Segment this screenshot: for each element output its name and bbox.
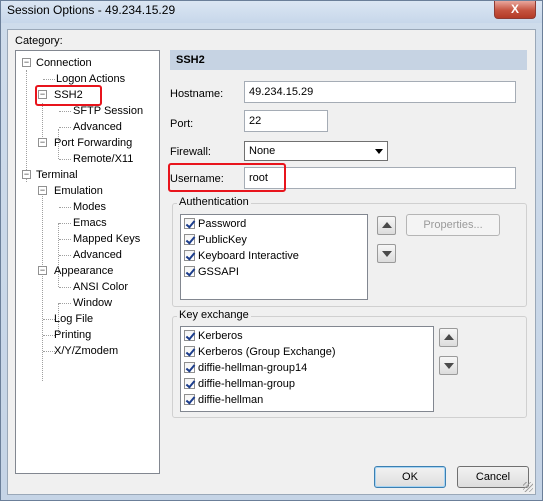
checkbox-checked[interactable] <box>184 218 195 229</box>
kex-move-up-button[interactable] <box>439 328 458 347</box>
tree-line <box>59 159 71 160</box>
tree-item-connection[interactable]: Connection <box>36 56 92 70</box>
authentication-list[interactable]: Password PublicKey Keyboard Interactive … <box>180 214 368 300</box>
username-label: Username: <box>170 173 224 185</box>
tree-item-appearance[interactable]: Appearance <box>54 264 113 278</box>
tree-item-sftp-session[interactable]: SFTP Session <box>73 104 143 118</box>
collapse-icon[interactable]: − <box>22 170 31 179</box>
tree-line <box>59 303 71 304</box>
hostname-label: Hostname: <box>170 88 224 100</box>
username-field[interactable]: root <box>244 167 516 189</box>
resize-grip[interactable] <box>523 482 533 492</box>
tree-line <box>59 207 71 208</box>
tree-item-printing[interactable]: Printing <box>54 328 91 342</box>
dialog-client-area: Category: − Connection Logon Actions − S… <box>7 29 536 495</box>
list-item[interactable]: Kerberos (Group Exchange) <box>184 345 336 361</box>
firewall-label: Firewall: <box>170 146 211 158</box>
close-icon: X <box>510 2 519 16</box>
ok-button[interactable]: OK <box>374 466 446 488</box>
checkbox-checked[interactable] <box>184 234 195 245</box>
list-item[interactable]: diffie-hellman <box>184 393 263 409</box>
tree-item-advanced-emulation[interactable]: Advanced <box>73 248 122 262</box>
checkbox-checked[interactable] <box>184 250 195 261</box>
tree-line <box>42 191 43 381</box>
auth-move-up-button[interactable] <box>377 216 396 235</box>
cancel-button[interactable]: Cancel <box>457 466 529 488</box>
key-exchange-list[interactable]: Kerberos Kerberos (Group Exchange) diffi… <box>180 326 434 412</box>
list-item[interactable]: PublicKey <box>184 233 247 249</box>
checkbox-checked[interactable] <box>184 330 195 341</box>
category-tree[interactable]: − Connection Logon Actions − SSH2 SFTP S… <box>15 50 160 474</box>
tree-item-xyzmodem[interactable]: X/Y/Zmodem <box>54 344 118 358</box>
auth-move-down-button[interactable] <box>377 244 396 263</box>
checkbox-checked[interactable] <box>184 378 195 389</box>
tree-item-modes[interactable]: Modes <box>73 200 106 214</box>
kex-move-down-button[interactable] <box>439 356 458 375</box>
tree-item-port-forwarding[interactable]: Port Forwarding <box>54 136 132 150</box>
properties-button[interactable]: Properties... <box>406 214 500 236</box>
checkbox-checked[interactable] <box>184 362 195 373</box>
window-title: Session Options - 49.234.15.29 <box>7 3 176 17</box>
hostname-field[interactable]: 49.234.15.29 <box>244 81 516 103</box>
arrow-up-icon <box>382 222 392 228</box>
tree-item-ssh2[interactable]: SSH2 <box>54 88 83 102</box>
tree-item-ansi-color[interactable]: ANSI Color <box>73 280 128 294</box>
checkbox-checked[interactable] <box>184 346 195 357</box>
tree-line <box>59 127 71 128</box>
tree-line <box>59 111 71 112</box>
tree-item-logon-actions[interactable]: Logon Actions <box>56 72 125 86</box>
list-item[interactable]: Keyboard Interactive <box>184 249 299 265</box>
list-item[interactable]: Password <box>184 217 246 233</box>
arrow-up-icon <box>444 334 454 340</box>
tree-item-advanced-ssh[interactable]: Advanced <box>73 120 122 134</box>
checkbox-checked[interactable] <box>184 266 195 277</box>
collapse-icon[interactable]: − <box>38 186 47 195</box>
tree-item-window[interactable]: Window <box>73 296 112 310</box>
list-item[interactable]: Kerberos <box>184 329 243 345</box>
key-exchange-title: Key exchange <box>177 309 251 321</box>
tree-line <box>43 79 55 80</box>
tree-item-remote-x11[interactable]: Remote/X11 <box>73 152 133 166</box>
tree-item-mapped-keys[interactable]: Mapped Keys <box>73 232 140 246</box>
close-button[interactable]: X <box>494 1 536 19</box>
tree-line <box>26 70 27 182</box>
arrow-down-icon <box>382 251 392 257</box>
list-item[interactable]: diffie-hellman-group <box>184 377 295 393</box>
category-label: Category: <box>15 35 63 47</box>
port-field[interactable]: 22 <box>244 110 328 132</box>
firewall-select[interactable]: None <box>244 141 388 161</box>
tree-line <box>59 223 71 224</box>
collapse-icon[interactable]: − <box>38 90 47 99</box>
chevron-down-icon <box>375 149 383 154</box>
tree-item-terminal[interactable]: Terminal <box>36 168 78 182</box>
session-options-dialog: Session Options - 49.234.15.29 X Categor… <box>0 0 543 501</box>
tree-item-emacs[interactable]: Emacs <box>73 216 107 230</box>
title-bar[interactable]: Session Options - 49.234.15.29 X <box>1 1 542 23</box>
collapse-icon[interactable]: − <box>38 138 47 147</box>
tree-line <box>59 239 71 240</box>
collapse-icon[interactable]: − <box>38 266 47 275</box>
checkbox-checked[interactable] <box>184 394 195 405</box>
section-header: SSH2 <box>170 50 527 70</box>
tree-item-log-file[interactable]: Log File <box>54 312 93 326</box>
firewall-value: None <box>249 145 276 157</box>
tree-line <box>59 255 71 256</box>
authentication-title: Authentication <box>177 196 251 208</box>
list-item[interactable]: GSSAPI <box>184 265 239 281</box>
arrow-down-icon <box>444 363 454 369</box>
port-label: Port: <box>170 118 194 130</box>
tree-line <box>59 287 71 288</box>
tree-item-emulation[interactable]: Emulation <box>54 184 103 198</box>
collapse-icon[interactable]: − <box>22 58 31 67</box>
list-item[interactable]: diffie-hellman-group14 <box>184 361 307 377</box>
